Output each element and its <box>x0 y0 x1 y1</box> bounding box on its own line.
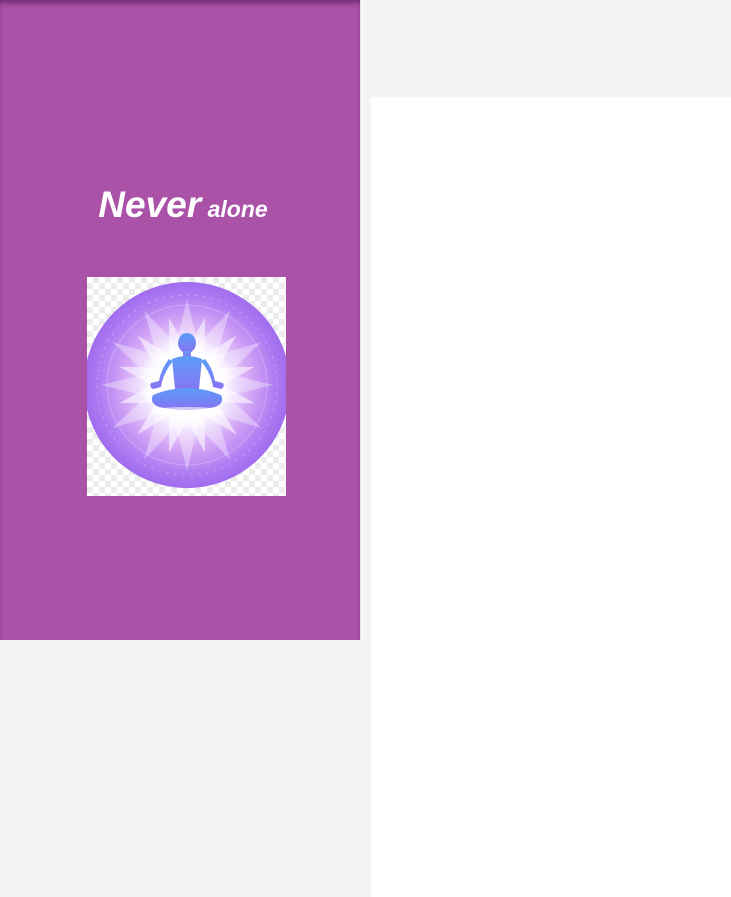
app-title-sub: alone <box>207 196 268 222</box>
app-logo <box>87 277 286 496</box>
app-title: Never alone <box>0 184 366 226</box>
meditation-lotus-icon <box>87 282 286 488</box>
app-title-main: Never <box>98 184 202 225</box>
content-panel <box>371 97 731 897</box>
splash-screen: Never alone <box>0 0 360 640</box>
